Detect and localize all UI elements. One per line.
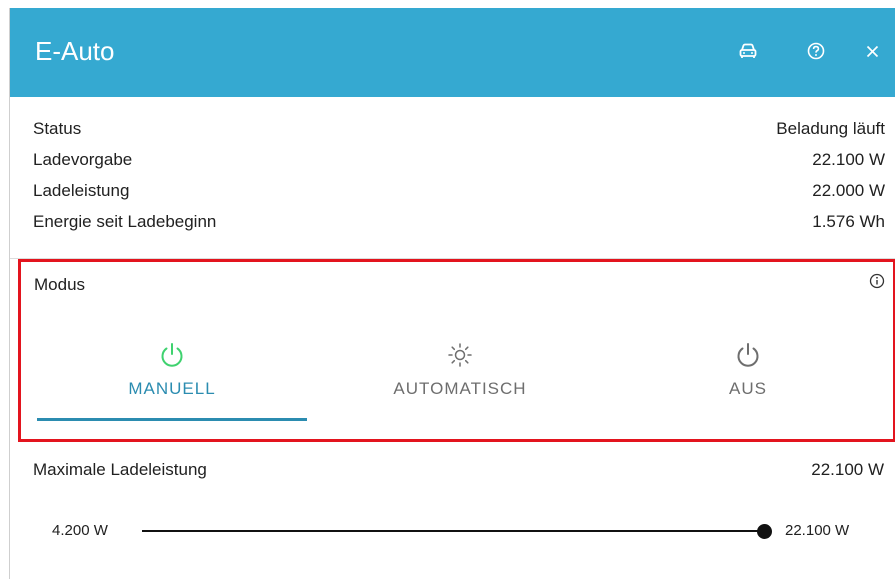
info-label: Ladevorgabe <box>33 150 133 169</box>
slider-track[interactable] <box>142 530 764 532</box>
info-label: Status <box>33 119 82 138</box>
dialog-title: E-Auto <box>35 36 115 66</box>
mode-label: Modus <box>34 275 86 294</box>
help-icon[interactable] <box>805 40 827 62</box>
info-icon[interactable] <box>869 273 885 289</box>
info-label: Ladeleistung <box>33 181 130 200</box>
sun-icon <box>445 340 475 370</box>
tab-label: AUS <box>729 379 767 398</box>
tab-manuell[interactable]: MANUELL <box>37 332 307 424</box>
power-icon <box>157 340 187 370</box>
info-row-energie: Energie seit Ladebeginn 1.576 Wh <box>33 210 885 234</box>
car-icon[interactable] <box>737 40 759 62</box>
close-icon[interactable] <box>861 40 883 62</box>
tab-label: AUTOMATISCH <box>393 379 527 398</box>
slider-value: 22.100 W <box>811 460 884 479</box>
info-label: Energie seit Ladebeginn <box>33 212 217 231</box>
slider-max-label: 22.100 W <box>785 522 850 539</box>
slider-min-label: 4.200 W <box>52 522 108 539</box>
info-value: 1.576 Wh <box>812 212 885 231</box>
dialog-header: E-Auto <box>10 8 895 97</box>
active-tab-indicator <box>37 418 307 421</box>
slider-title: Maximale Ladeleistung <box>33 460 207 479</box>
info-row-ladevorgabe: Ladevorgabe 22.100 W <box>33 148 885 172</box>
slider-handle[interactable] <box>757 524 772 539</box>
mode-selector: Modus MANUELL AUTOMATISCH AUS <box>18 259 895 442</box>
info-value: Beladung läuft <box>776 119 885 138</box>
info-value: 22.100 W <box>812 150 885 169</box>
info-row-status: Status Beladung läuft <box>33 117 885 141</box>
info-row-ladeleistung: Ladeleistung 22.000 W <box>33 179 885 203</box>
info-value: 22.000 W <box>812 181 885 200</box>
e-auto-dialog: E-Auto Status Beladung läuft Ladevorgabe… <box>9 8 895 579</box>
tab-automatisch[interactable]: AUTOMATISCH <box>325 332 595 424</box>
tab-aus[interactable]: AUS <box>613 332 883 424</box>
tab-label: MANUELL <box>128 379 216 398</box>
power-icon <box>733 340 763 370</box>
